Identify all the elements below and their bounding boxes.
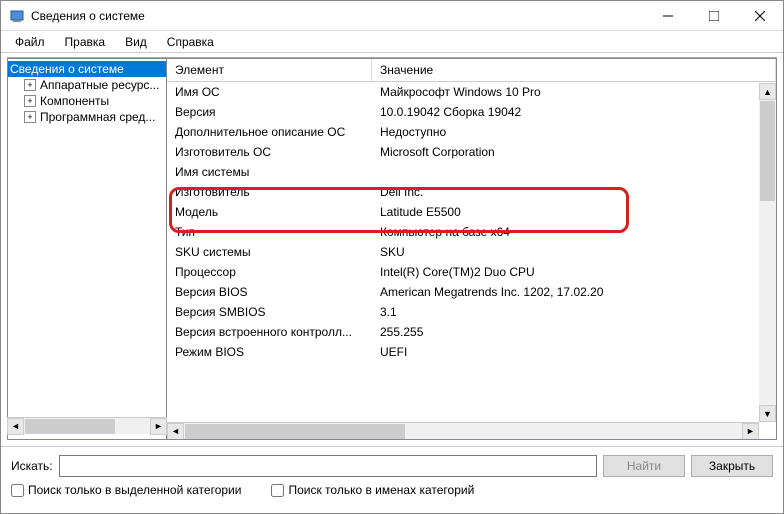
window-title: Сведения о системе [31,9,645,23]
search-input[interactable] [59,455,597,477]
cell-value: Недоступно [372,124,776,140]
tree-label: Компоненты [40,94,109,108]
search-label: Искать: [11,459,53,473]
col-element[interactable]: Элемент [167,59,372,81]
table-row[interactable]: Имя ОСМайкрософт Windows 10 Pro [167,82,776,102]
cb1-label: Поиск только в выделенной категории [28,483,241,497]
scroll-right-icon[interactable]: ► [150,418,167,435]
table-row[interactable]: Режим BIOSUEFI [167,342,776,362]
cell-key: Версия SMBIOS [167,304,372,320]
cell-key: Изготовитель ОС [167,144,372,160]
window-buttons [645,1,783,31]
tree-label: Аппаратные ресурс... [40,78,159,92]
cell-key: Режим BIOS [167,344,372,360]
tree-hscroll[interactable]: ◄ ► [7,417,167,434]
cell-value: Компьютер на базе x64 [372,224,776,240]
table-row[interactable]: Версия SMBIOS3.1 [167,302,776,322]
titlebar: Сведения о системе [1,1,783,31]
scroll-thumb[interactable] [760,101,775,201]
checkbox-category-names[interactable]: Поиск только в именах категорий [271,483,474,497]
table-row[interactable]: ИзготовительDell Inc. [167,182,776,202]
tree-root-label: Сведения о системе [10,62,124,76]
search-bar: Искать: Найти Закрыть Поиск только в выд… [1,446,783,503]
list-body: Имя ОСМайкрософт Windows 10 ProВерсия10.… [167,82,776,400]
cell-key: SKU системы [167,244,372,260]
table-row[interactable]: Версия10.0.19042 Сборка 19042 [167,102,776,122]
expand-icon[interactable]: + [24,79,36,91]
cell-key: Имя системы [167,164,372,180]
tree-item-hardware[interactable]: + Аппаратные ресурс... [8,77,166,93]
cell-value: 3.1 [372,304,776,320]
cell-key: Версия встроенного контролл... [167,324,372,340]
cell-value: Майкрософт Windows 10 Pro [372,84,776,100]
scroll-left-icon[interactable]: ◄ [7,418,24,435]
cell-value: Intel(R) Core(TM)2 Duo CPU [372,264,776,280]
table-row[interactable]: Версия встроенного контролл...255.255 [167,322,776,342]
table-row[interactable]: Имя системы [167,162,776,182]
table-row[interactable]: МодельLatitude E5500 [167,202,776,222]
scroll-up-icon[interactable]: ▲ [759,83,776,100]
tree-panel: Сведения о системе + Аппаратные ресурс..… [7,58,167,440]
minimize-button[interactable] [645,1,691,31]
cell-value [372,164,776,180]
expand-icon[interactable]: + [24,111,36,123]
find-button[interactable]: Найти [603,455,685,477]
content-area: Сведения о системе + Аппаратные ресурс..… [7,57,777,440]
expand-icon[interactable]: + [24,95,36,107]
menu-edit[interactable]: Правка [57,33,114,51]
cell-value: Latitude E5500 [372,204,776,220]
cell-value: 255.255 [372,324,776,340]
menu-file[interactable]: Файл [7,33,53,51]
close-search-button[interactable]: Закрыть [691,455,773,477]
scroll-down-icon[interactable]: ▼ [759,405,776,422]
maximize-button[interactable] [691,1,737,31]
list-vscroll[interactable]: ▲ ▼ [759,83,776,422]
table-row[interactable]: Изготовитель ОСMicrosoft Corporation [167,142,776,162]
menu-help[interactable]: Справка [159,33,222,51]
list-panel: Элемент Значение Имя ОСМайкрософт Window… [167,58,777,440]
cell-key: Изготовитель [167,184,372,200]
cb2-label: Поиск только в именах категорий [288,483,474,497]
table-row[interactable]: Дополнительное описание ОСНедоступно [167,122,776,142]
scroll-right-icon[interactable]: ► [742,423,759,440]
cell-key: Тип [167,224,372,240]
cell-key: Процессор [167,264,372,280]
menubar: Файл Правка Вид Справка [1,31,783,53]
cell-value: Microsoft Corporation [372,144,776,160]
cell-key: Дополнительное описание ОС [167,124,372,140]
tree-label: Программная сред... [40,110,155,124]
cb-selected-category[interactable] [11,484,24,497]
tree-root[interactable]: Сведения о системе [8,61,166,77]
table-row[interactable]: SKU системыSKU [167,242,776,262]
table-row[interactable]: Версия BIOSAmerican Megatrends Inc. 1202… [167,282,776,302]
menu-view[interactable]: Вид [117,33,155,51]
cell-key: Версия [167,104,372,120]
cell-value: UEFI [372,344,776,360]
table-row[interactable]: ТипКомпьютер на базе x64 [167,222,776,242]
cell-key: Версия BIOS [167,284,372,300]
cb-category-names[interactable] [271,484,284,497]
close-button[interactable] [737,1,783,31]
checkbox-selected-category[interactable]: Поиск только в выделенной категории [11,483,241,497]
cell-value: 10.0.19042 Сборка 19042 [372,104,776,120]
table-row[interactable]: ПроцессорIntel(R) Core(TM)2 Duo CPU [167,262,776,282]
list-header: Элемент Значение [167,59,776,82]
cell-key: Имя ОС [167,84,372,100]
cell-key: Модель [167,204,372,220]
scroll-left-icon[interactable]: ◄ [167,423,184,440]
col-value[interactable]: Значение [372,59,776,81]
tree-item-components[interactable]: + Компоненты [8,93,166,109]
cell-value: Dell Inc. [372,184,776,200]
tree-item-software[interactable]: + Программная сред... [8,109,166,125]
list-hscroll[interactable]: ◄ ► [167,422,759,439]
cell-value: SKU [372,244,776,260]
app-icon [9,8,25,24]
cell-value: American Megatrends Inc. 1202, 17.02.20 [372,284,776,300]
